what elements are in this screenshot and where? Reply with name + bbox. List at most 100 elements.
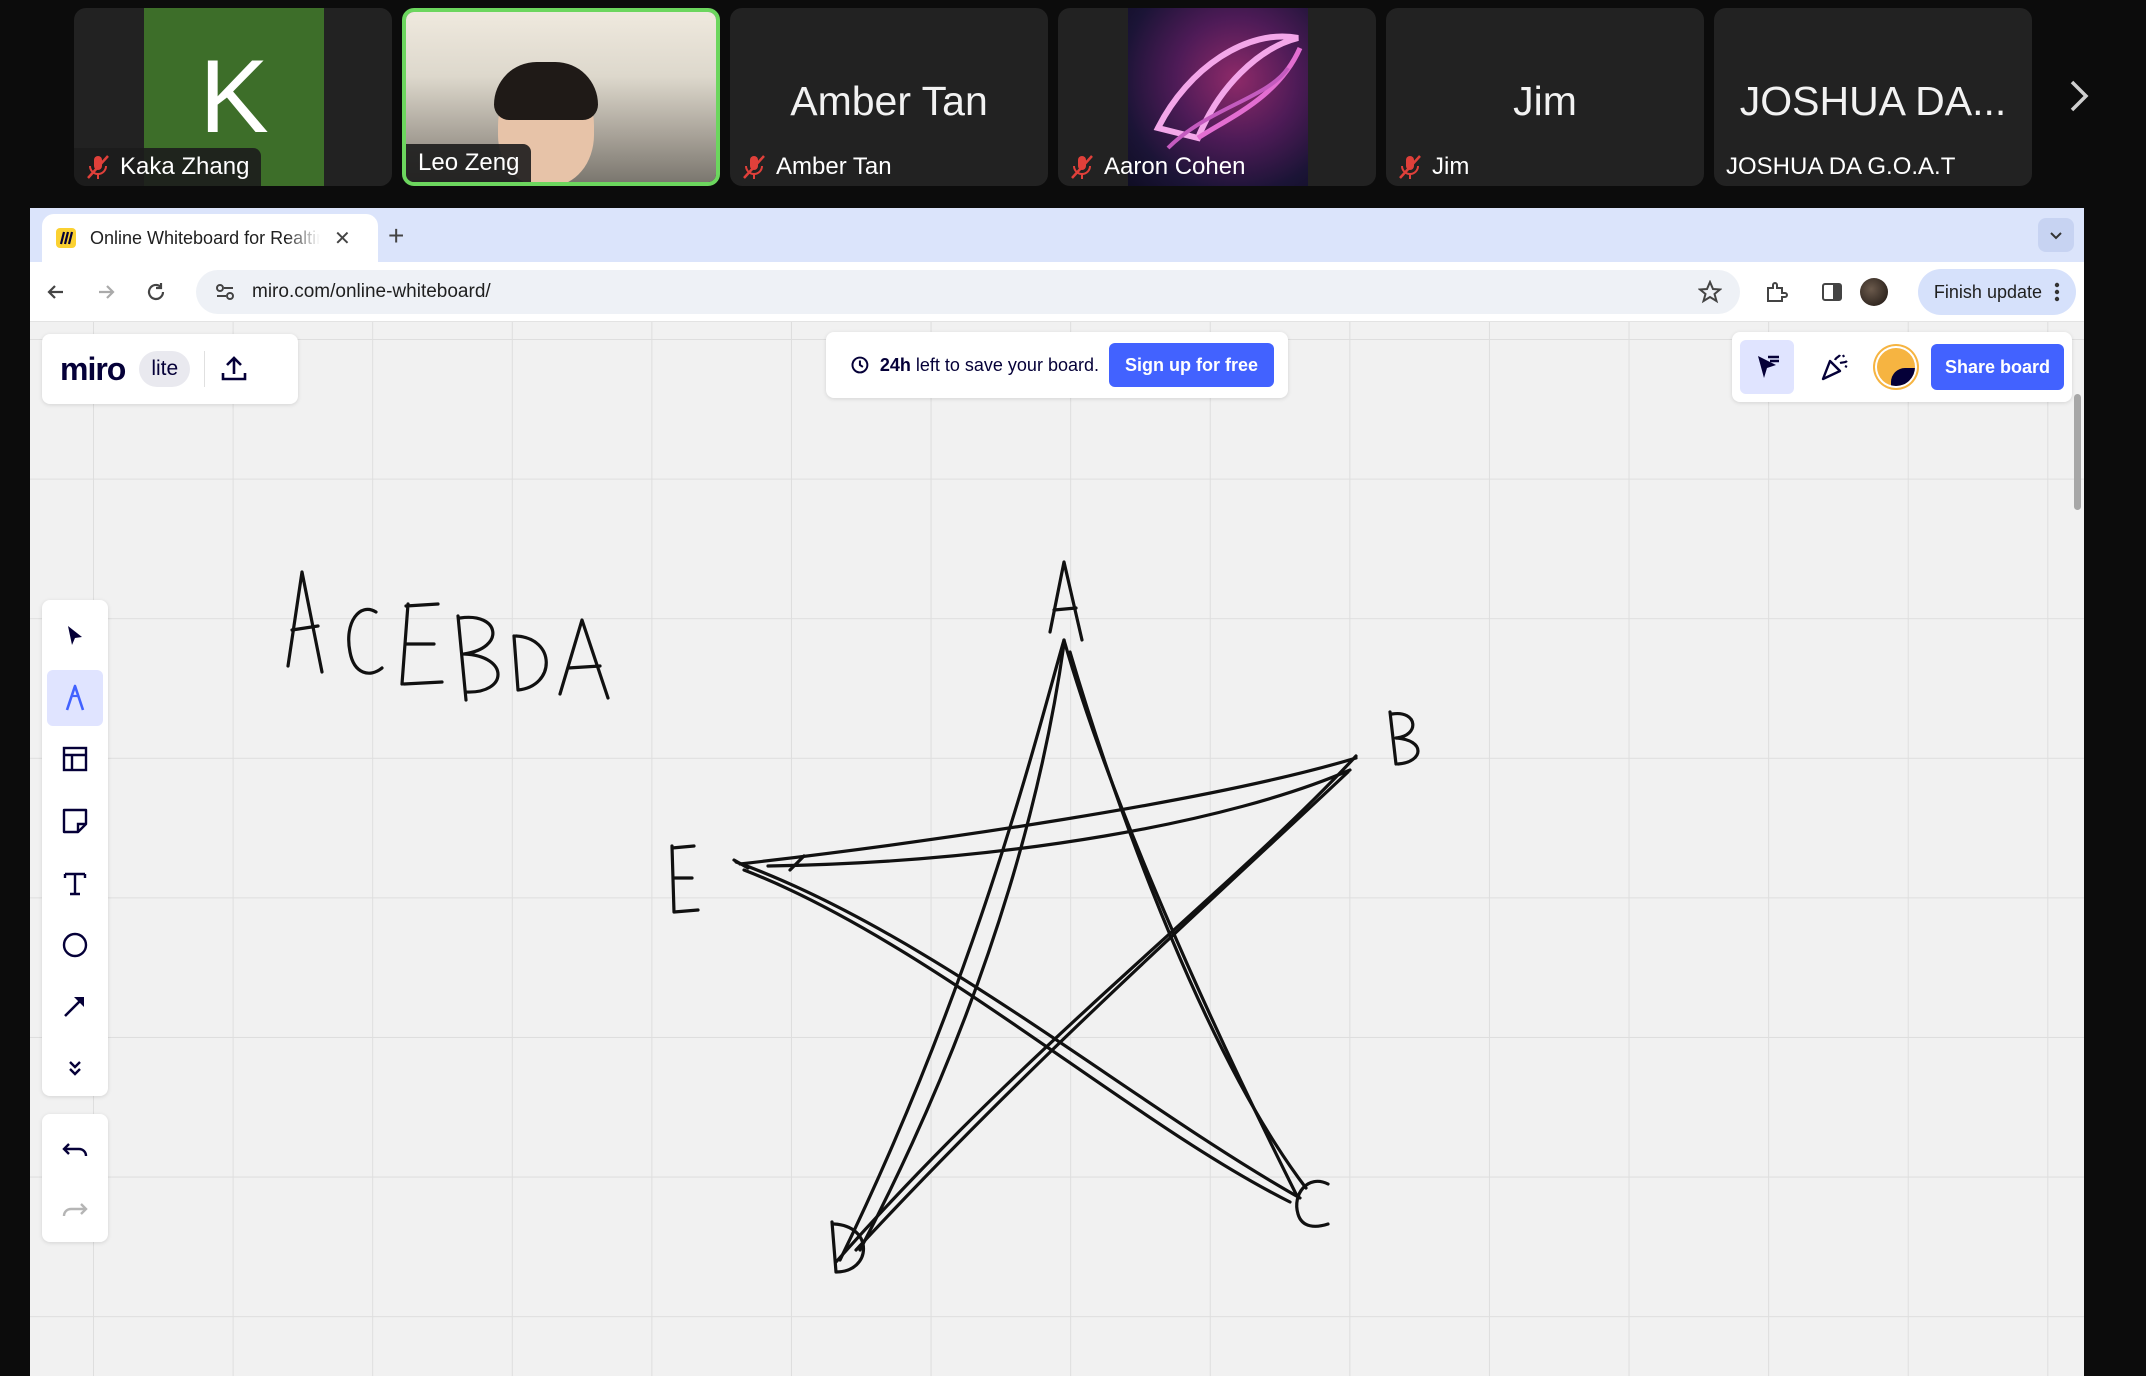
browser-tab[interactable]: Online Whiteboard for Realtime Collabora… — [42, 214, 378, 262]
share-board-button[interactable]: Share board — [1930, 344, 2065, 390]
participant-tile-aaron-cohen[interactable]: Aaron Cohen — [1058, 8, 1376, 186]
participant-name: Jim — [1432, 153, 1470, 180]
left-toolbar — [42, 600, 108, 1096]
arrow-left-icon — [47, 285, 63, 299]
shape-tool[interactable] — [47, 917, 103, 973]
avatar[interactable] — [1875, 346, 1917, 388]
save-notice-text: 24h left to save your board. — [880, 355, 1099, 376]
participant-tile-kaka-zhang[interactable]: K Kaka Zhang — [74, 8, 392, 186]
avatar — [1860, 278, 1888, 306]
mic-muted-icon — [1071, 155, 1093, 179]
mic-muted-icon — [743, 155, 765, 179]
vertical-scrollbar[interactable] — [2070, 394, 2084, 514]
mic-muted-icon — [1399, 155, 1421, 179]
connector-tool[interactable] — [47, 979, 103, 1035]
vertex-label-b — [1388, 710, 1420, 766]
board-actions-panel: Share board — [1732, 332, 2072, 402]
star-lines — [732, 638, 1358, 1264]
profile-button[interactable] — [1858, 276, 1890, 308]
participant-namebar: JOSHUA DA G.O.A.T — [1714, 148, 1967, 186]
mic-muted-icon — [87, 155, 109, 179]
chevron-right-icon[interactable] — [2064, 76, 2094, 116]
side-panel-button[interactable] — [1816, 276, 1848, 308]
side-panel-icon — [1822, 283, 1842, 301]
redo-button[interactable] — [47, 1182, 103, 1238]
handwritten-sequence — [286, 570, 610, 702]
undo-button[interactable] — [47, 1122, 103, 1178]
participant-tile-jim[interactable]: Jim Jim — [1386, 8, 1704, 186]
participant-name: JOSHUA DA G.O.A.T — [1726, 153, 1956, 180]
miro-logo[interactable]: miro — [60, 351, 126, 388]
participant-hair — [494, 62, 598, 120]
chevron-down-icon — [2050, 232, 2062, 240]
vertex-label-e — [670, 844, 700, 914]
participant-center-name: Amber Tan — [790, 78, 988, 124]
back-button[interactable] — [42, 278, 70, 306]
arrow-right-icon — [99, 285, 115, 299]
reload-button[interactable] — [142, 278, 170, 306]
text-tool[interactable] — [47, 855, 103, 911]
participant-name: Aaron Cohen — [1104, 153, 1246, 180]
puzzle-icon — [1767, 282, 1788, 302]
site-settings-icon[interactable] — [214, 281, 236, 303]
scrollbar-thumb[interactable] — [2074, 394, 2081, 510]
participant-namebar: Kaka Zhang — [74, 148, 262, 186]
tab-search-button[interactable] — [2038, 218, 2074, 252]
pen-icon — [65, 684, 85, 711]
select-tool[interactable] — [47, 608, 103, 664]
circle-shape-icon — [62, 932, 88, 957]
undo-redo-panel — [42, 1114, 108, 1242]
finish-update-button[interactable]: Finish update — [1917, 269, 2076, 315]
tab-title: Online Whiteboard for Realtime Collabora… — [90, 227, 320, 248]
browser-window: Online Whiteboard for Realtime Collabora… — [30, 208, 2084, 1376]
plan-badge: lite — [139, 351, 191, 387]
participant-strip: K Kaka Zhang Leo Zeng Amber Tan Amber Ta… — [0, 0, 2146, 196]
participant-namebar: Aaron Cohen — [1058, 148, 1257, 186]
tab-bar: Online Whiteboard for Realtime Collabora… — [30, 208, 2084, 262]
arrow-line-icon — [64, 997, 84, 1018]
new-tab-icon[interactable]: + — [388, 220, 404, 252]
whiteboard-canvas[interactable]: miro lite 24h left to save your board. S… — [30, 322, 2084, 1376]
sign-up-button[interactable]: Sign up for free — [1108, 343, 1274, 387]
close-icon[interactable]: ✕ — [334, 226, 351, 251]
participant-center-name: JOSHUA DA... — [1739, 78, 2007, 124]
participant-tile-joshua[interactable]: JOSHUA DA... JOSHUA DA G.O.A.T — [1714, 8, 2032, 186]
clock-icon — [851, 356, 869, 374]
sticky-note-tool[interactable] — [47, 793, 103, 849]
extensions-button[interactable] — [1760, 276, 1792, 308]
participant-tile-leo-zeng[interactable]: Leo Zeng — [402, 8, 720, 186]
participant-center-name: Jim — [1513, 78, 1577, 124]
participant-namebar: Amber Tan — [730, 148, 904, 186]
sticky-note-icon — [62, 808, 88, 834]
frame-tool[interactable] — [47, 732, 103, 788]
cursor-flag-icon — [1757, 355, 1779, 378]
finish-update-label: Finish update — [1933, 281, 2042, 302]
browser-toolbar: miro.com/online-whiteboard/ Finish updat… — [30, 262, 2084, 322]
participant-namebar: Leo Zeng — [406, 144, 532, 182]
reactions-button[interactable] — [1808, 340, 1862, 394]
party-popper-icon — [1822, 354, 1849, 381]
cursor-collaboration-button[interactable] — [1740, 340, 1794, 394]
miro-brand-panel: miro lite — [42, 334, 298, 404]
miro-favicon-icon — [56, 228, 76, 248]
participant-name: Leo Zeng — [418, 149, 520, 176]
cursor-arrow-icon — [68, 625, 82, 645]
participant-name: Amber Tan — [776, 153, 892, 180]
export-upload-icon[interactable] — [219, 354, 249, 384]
more-vert-icon — [2054, 282, 2060, 302]
participant-name: Kaka Zhang — [120, 153, 250, 180]
pen-tool[interactable] — [47, 669, 103, 726]
divider — [204, 351, 206, 387]
vertex-label-c — [1295, 1179, 1330, 1228]
save-board-notice: 24h left to save your board. Sign up for… — [826, 332, 1288, 398]
redo-icon — [62, 1203, 88, 1217]
forward-button[interactable] — [92, 278, 120, 306]
frame-icon — [62, 747, 88, 772]
participant-tile-amber-tan[interactable]: Amber Tan Amber Tan — [730, 8, 1048, 186]
url-text: miro.com/online-whiteboard/ — [252, 281, 491, 302]
more-tools-button[interactable] — [47, 1040, 103, 1096]
star-icon[interactable] — [1698, 280, 1722, 304]
address-bar[interactable]: miro.com/online-whiteboard/ — [196, 270, 1740, 314]
text-icon — [63, 872, 87, 896]
chevron-double-down-icon — [69, 1061, 81, 1076]
